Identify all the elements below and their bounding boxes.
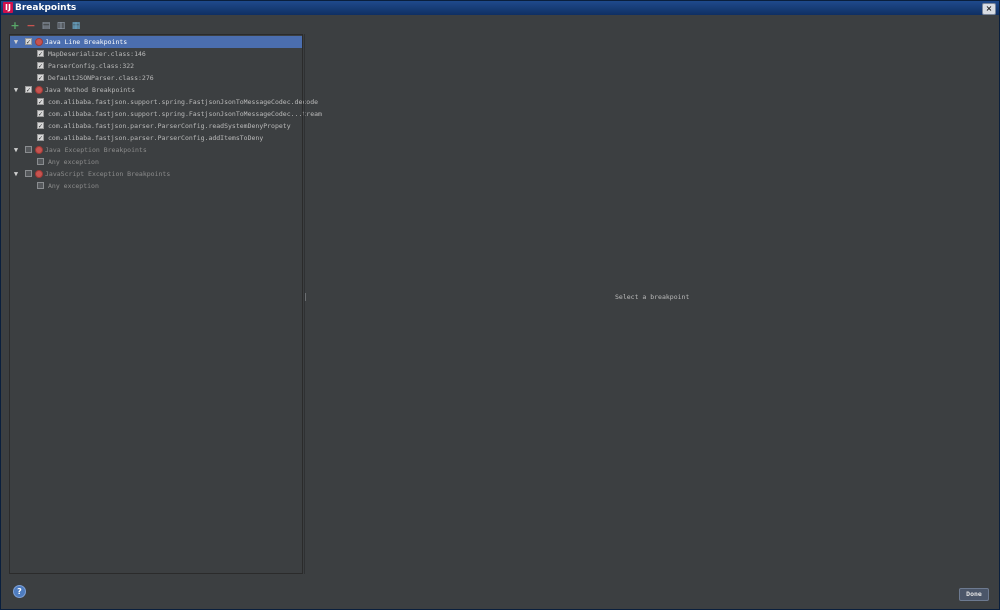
breakpoints-tree[interactable]: ▼ ✓ Java Line Breakpoints ✓ MapDeserializer.… <box>9 34 322 574</box>
flatten-icon[interactable]: ▦ <box>70 20 82 32</box>
enable-checkbox[interactable]: ✓ <box>37 62 44 70</box>
tree-group-row[interactable]: ▼ ✓ Java Line Breakpoints <box>10 36 302 48</box>
tree-item-row[interactable]: ✓ com.alibaba.fastjson.support.spring.Fas… <box>10 108 322 120</box>
tree-row-label: com.alibaba.fastjson.support.spring.Fast… <box>48 98 319 106</box>
breakpoint-icon <box>35 146 43 154</box>
tree-item-row[interactable]: Any exception <box>10 180 302 192</box>
title-bar[interactable]: IJ Breakpoints × <box>1 1 999 15</box>
help-button[interactable]: ? <box>13 585 26 598</box>
tree-group-row[interactable]: ▼ ✓ Java Method Breakpoints <box>10 84 302 96</box>
enable-checkbox[interactable]: ✓ <box>25 38 32 46</box>
enable-checkbox[interactable]: ✓ <box>37 74 44 82</box>
tree-row-label: com.alibaba.fastjson.parser.ParserConfig… <box>48 134 264 142</box>
tree-item-row[interactable]: ✓ DefaultJSONParser.class:276 <box>10 72 302 84</box>
splitter-grip[interactable] <box>305 293 306 301</box>
enable-checkbox[interactable]: ✓ <box>25 86 32 94</box>
expand-arrow-icon[interactable]: ▼ <box>12 36 20 48</box>
tree-group-row[interactable]: ▼ JavaScript Exception Breakpoints <box>10 168 302 180</box>
tree-row-label: ParserConfig.class:322 <box>48 62 135 70</box>
tree-item-row[interactable]: ✓ com.alibaba.fastjson.parser.ParserConfi… <box>10 132 302 144</box>
breakpoint-icon <box>35 86 43 94</box>
tree-row-label: Any exception <box>48 158 99 166</box>
enable-checkbox[interactable]: ✓ <box>37 122 44 130</box>
enable-checkbox[interactable]: ✓ <box>37 98 44 106</box>
tree-item-row[interactable]: ✓ com.alibaba.fastjson.parser.ParserConfi… <box>10 120 302 132</box>
enable-checkbox[interactable] <box>37 158 44 165</box>
tree-row-label: Java Line Breakpoints <box>45 38 128 46</box>
breakpoint-icon <box>35 170 43 178</box>
tree-row-label: JavaScript Exception Breakpoints <box>45 170 171 178</box>
enable-checkbox[interactable] <box>25 170 32 177</box>
tree-item-row[interactable]: Any exception <box>10 156 302 168</box>
splitter[interactable] <box>304 34 305 574</box>
details-empty-message: Select a breakpoint <box>615 293 690 301</box>
tree-item-row[interactable]: ✓ ParserConfig.class:322 <box>10 60 302 72</box>
breakpoint-icon <box>35 38 43 46</box>
tree-group-row[interactable]: ▼ Java Exception Breakpoints <box>10 144 302 156</box>
tree-item-row[interactable]: ✓ com.alibaba.fastjson.support.spring.Fas… <box>10 96 318 108</box>
expand-arrow-icon[interactable]: ▼ <box>12 84 20 96</box>
done-button[interactable]: Done <box>959 588 989 601</box>
tree-row-label: MapDeserializer.class:146 <box>48 50 146 58</box>
tree-row-label: com.alibaba.fastjson.parser.ParserConfig… <box>48 122 291 130</box>
add-breakpoint-button[interactable]: + <box>9 20 21 32</box>
window-title: Breakpoints <box>15 3 77 13</box>
tree-item-row[interactable]: ✓ MapDeserializer.class:146 <box>10 48 302 60</box>
expand-arrow-icon[interactable]: ▼ <box>12 144 20 156</box>
enable-checkbox[interactable]: ✓ <box>37 110 44 118</box>
group-by-file-icon[interactable]: ▥ <box>55 20 67 32</box>
breakpoints-dialog: IJ Breakpoints × + − ▤ ▥ ▦ ▼ ✓ Java Line B… <box>0 0 1000 610</box>
tree-row-label: Any exception <box>48 182 99 190</box>
expand-arrow-icon[interactable]: ▼ <box>12 168 20 180</box>
tree-row-label: com.alibaba.fastjson.support.spring.Fast… <box>48 110 322 118</box>
enable-checkbox[interactable]: ✓ <box>37 50 44 58</box>
tree-row-label: DefaultJSONParser.class:276 <box>48 74 154 82</box>
close-button[interactable]: × <box>982 3 996 15</box>
enable-checkbox[interactable] <box>25 146 32 153</box>
enable-checkbox[interactable] <box>37 182 44 189</box>
enable-checkbox[interactable]: ✓ <box>37 134 44 142</box>
app-icon: IJ <box>3 2 13 13</box>
tree-row-label: Java Exception Breakpoints <box>45 146 147 154</box>
tree-row-label: Java Method Breakpoints <box>45 86 136 94</box>
remove-breakpoint-button[interactable]: − <box>25 20 37 32</box>
group-by-package-icon[interactable]: ▤ <box>40 20 52 32</box>
